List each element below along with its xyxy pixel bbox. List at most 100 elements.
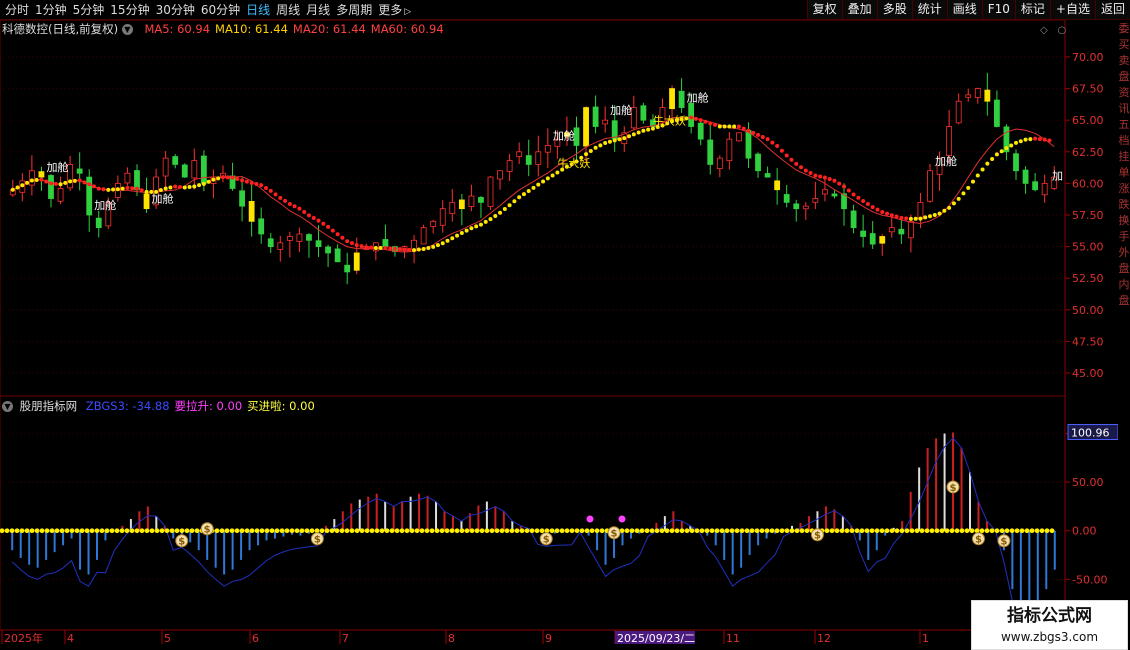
trend-dot <box>861 198 866 203</box>
date-tick-label: 4 <box>67 632 74 645</box>
zero-dot <box>419 528 425 534</box>
ma-legend-item-1: MA10: 61.44 <box>215 22 288 36</box>
strip-char: 单 <box>1118 166 1130 179</box>
zero-dot <box>214 528 220 534</box>
trend-dot <box>235 176 240 181</box>
trend-dot <box>851 192 856 197</box>
zero-dot <box>804 528 810 534</box>
trend-dot <box>330 228 335 233</box>
candle-body <box>325 246 331 254</box>
date-tick-label: 5 <box>164 632 171 645</box>
zero-dot <box>574 528 580 534</box>
ma-legend-item-2: MA20: 61.44 <box>292 22 366 36</box>
zero-dot <box>459 528 465 534</box>
trend-dot <box>555 170 560 175</box>
y-tick-label: 70.00 <box>1072 51 1104 64</box>
circle-icon[interactable]: ○ <box>1058 25 1067 36</box>
trend-dot <box>627 134 632 139</box>
zero-dot <box>909 528 915 534</box>
zero-dot <box>474 528 480 534</box>
trend-dot <box>789 157 794 162</box>
trend-dot <box>397 247 402 252</box>
trend-dot <box>316 218 321 223</box>
zero-dot <box>129 528 135 534</box>
candle-body <box>583 107 589 147</box>
trend-dot <box>689 115 694 120</box>
strip-char: 盘 <box>1118 70 1130 83</box>
zero-dot <box>669 528 675 534</box>
zero-dot <box>259 528 265 534</box>
zero-dot <box>444 528 450 534</box>
zero-dot <box>944 528 950 534</box>
zero-dot <box>469 528 475 534</box>
money-bag-symbol: $ <box>178 537 185 548</box>
zero-dot <box>644 528 650 534</box>
trend-dot <box>335 232 340 237</box>
zero-dot <box>684 528 690 534</box>
trend-dot <box>96 186 101 191</box>
trend-dot <box>225 175 230 180</box>
trend-dot <box>756 132 761 137</box>
trend-dot <box>120 186 125 191</box>
trend-dot <box>975 173 980 178</box>
trend-dot <box>216 176 221 181</box>
zero-dot <box>164 528 170 534</box>
y-tick-label: 65.00 <box>1072 114 1104 127</box>
trend-dot <box>760 135 765 140</box>
zero-dot <box>344 528 350 534</box>
zero-dot <box>564 528 570 534</box>
trend-dot <box>15 185 20 190</box>
watermark: 指标公式网 www.zbgs3.com <box>971 600 1128 650</box>
trend-dot <box>607 139 612 144</box>
zero-dot <box>489 528 495 534</box>
trend-dot <box>980 167 985 172</box>
zero-dot <box>234 528 240 534</box>
zero-dot <box>984 528 990 534</box>
y-tick-label: 67.50 <box>1072 83 1104 96</box>
trend-dot <box>139 188 144 193</box>
trend-dot <box>230 175 235 180</box>
trend-dot <box>63 180 68 185</box>
candles <box>9 72 1058 285</box>
candle-body <box>1013 153 1019 172</box>
stock-title: 科德数控(日线,前复权) <box>2 22 119 36</box>
chevron-down-icon[interactable]: ▼ <box>2 401 13 412</box>
chart-area[interactable]: 加舱加舱 加舱加舱加舱加舱加舱牛大妖牛大妖加 $$$ $$ $ $ $$ 70.0067.… <box>0 0 1130 650</box>
zero-dot <box>709 528 715 534</box>
zero-dot <box>899 528 905 534</box>
candle-body <box>430 220 437 227</box>
zero-dot <box>304 528 310 534</box>
zero-dot <box>784 528 790 534</box>
trend-dot <box>717 124 722 129</box>
diamond-icon[interactable]: ◇ <box>1040 25 1048 36</box>
chevron-down-icon[interactable]: ▼ <box>121 24 133 35</box>
trend-dot <box>517 195 522 200</box>
zero-dot <box>124 528 130 534</box>
annotation-add: 加舱 <box>152 192 174 206</box>
trend-dot <box>526 188 531 193</box>
zero-dot <box>329 528 335 534</box>
ma-legend-item-3: MA60: 60.94 <box>370 22 444 36</box>
zero-dot <box>379 528 385 534</box>
zbgs3-line <box>11 437 1056 629</box>
indicator-title: 股朋指标网 <box>19 399 78 413</box>
zero-dot <box>704 528 710 534</box>
zero-dot <box>399 528 405 534</box>
trend-dot <box>722 124 727 129</box>
zero-dot <box>494 528 500 534</box>
trend-dot <box>999 149 1004 154</box>
candle-body <box>755 153 761 172</box>
annotation-add: 加舱 <box>46 160 68 174</box>
strip-char: 盘 <box>1118 294 1130 307</box>
candle-body <box>793 203 800 210</box>
zero-dot <box>224 528 230 534</box>
trend-dot <box>369 245 374 250</box>
y-tick-label: 60.00 <box>1072 177 1104 190</box>
zero-dot <box>254 528 260 534</box>
ma-lines <box>12 117 1055 253</box>
trend-dot <box>521 192 526 197</box>
zero-dot <box>504 528 510 534</box>
candle-body <box>802 205 809 210</box>
zero-dot <box>699 528 705 534</box>
money-bag-symbol: $ <box>314 535 321 546</box>
